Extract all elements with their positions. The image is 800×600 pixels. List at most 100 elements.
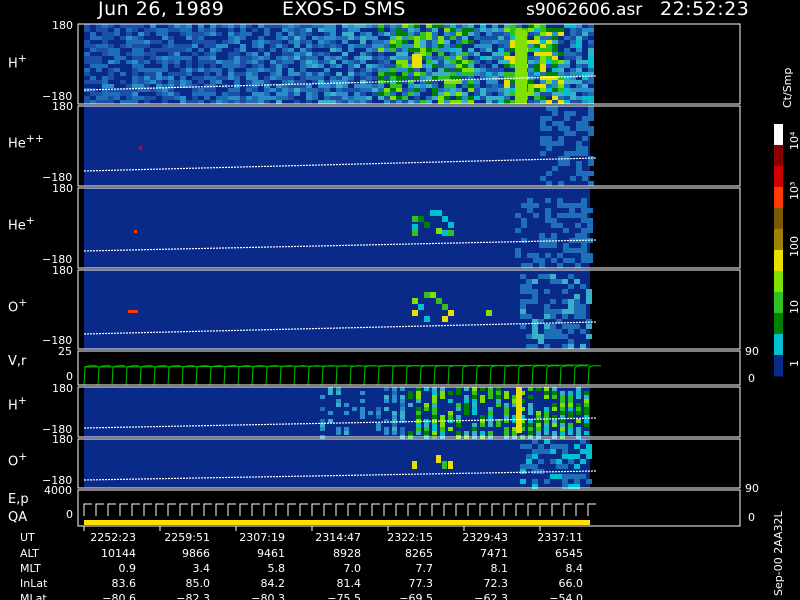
heatmap-cell: [252, 28, 258, 32]
heatmap-cell: [114, 24, 120, 28]
heatmap-cell: [432, 52, 438, 56]
heatmap-cell: [584, 395, 589, 399]
heatmap-cell: [276, 40, 282, 44]
heatmap-cell: [306, 32, 312, 36]
heatmap-cell: [570, 64, 576, 68]
heatmap-cell: [276, 96, 282, 100]
heatmap-cell: [348, 44, 354, 48]
heatmap-cell: [390, 48, 396, 52]
heatmap-cell: [384, 48, 390, 52]
heatmap-cell: [586, 294, 592, 299]
heatmap-cell: [540, 36, 546, 40]
heatmap-cell: [504, 56, 510, 60]
heatmap-cell: [282, 72, 288, 76]
heatmap-cell: [424, 292, 430, 298]
heatmap-cell: [400, 415, 405, 419]
heatmap-cell: [348, 88, 354, 92]
heatmap-cell: [198, 88, 204, 92]
heatmap-cell: [480, 24, 486, 28]
heatmap-cell: [234, 96, 240, 100]
heatmap-cell: [472, 387, 477, 391]
heatmap-cell: [540, 126, 546, 131]
heatmap-cell: [144, 24, 150, 28]
rtick-ep-bottom: 0: [748, 511, 755, 524]
heatmap-cell: [348, 52, 354, 56]
heatmap-cell: [348, 24, 354, 28]
heatmap-cell: [545, 213, 551, 218]
heatmap-cell: [588, 72, 594, 76]
heatmap-cell: [240, 68, 246, 72]
heatmap-cell: [474, 84, 480, 88]
heatmap-cell: [480, 431, 485, 435]
heatmap-cell: [480, 72, 486, 76]
heatmap-cell: [168, 64, 174, 68]
heatmap-cell: [144, 64, 150, 68]
heatmap-cell: [432, 100, 438, 104]
ephemeris-cell: 2307:19: [239, 531, 285, 544]
heatmap-cell: [540, 68, 546, 72]
heatmap-cell: [276, 60, 282, 64]
heatmap-cell: [342, 52, 348, 56]
heatmap-cell: [546, 28, 552, 32]
heatmap-cell: [456, 431, 461, 435]
heatmap-cell: [312, 32, 318, 36]
heatmap-cell: [126, 84, 132, 88]
heatmap-cell: [480, 84, 486, 88]
heatmap-cell: [210, 72, 216, 76]
heatmap-cell: [560, 419, 565, 423]
heatmap-cell: [546, 84, 552, 88]
heatmap-cell: [282, 100, 288, 104]
heatmap-cell: [228, 56, 234, 60]
heatmap-cell: [120, 96, 126, 100]
heatmap-cell: [102, 92, 108, 96]
heatmap-cell: [156, 72, 162, 76]
heatmap-cell: [90, 44, 96, 48]
heatmap-cell: [180, 100, 186, 104]
heatmap-cell: [587, 228, 593, 233]
heatmap-cell: [210, 76, 216, 80]
heatmap-cell: [372, 92, 378, 96]
heatmap-cell: [540, 151, 546, 156]
heatmap-cell: [544, 289, 550, 294]
heatmap-cell: [294, 96, 300, 100]
heatmap-cell: [126, 24, 132, 28]
heatmap-cell: [138, 84, 144, 88]
heatmap-cell: [581, 248, 587, 253]
heatmap-cell: [96, 72, 102, 76]
figure: { "header": { "date": "Jun 26, 1989", "i…: [0, 0, 800, 600]
heatmap-cell: [552, 111, 558, 116]
heatmap-cell: [568, 299, 574, 304]
heatmap-cell: [486, 44, 492, 48]
heatmap-cell: [306, 96, 312, 100]
heatmap-cell: [342, 44, 348, 48]
heatmap-cell: [539, 263, 545, 268]
heatmap-cell: [162, 76, 168, 80]
heatmap-cell: [228, 88, 234, 92]
heatmap-cell: [240, 32, 246, 36]
heatmap-cell: [534, 56, 540, 60]
heatmap-cell: [576, 411, 581, 415]
heatmap-cell: [456, 387, 461, 391]
heatmap-cell: [102, 72, 108, 76]
heatmap-cell: [448, 411, 453, 415]
heatmap-cell: [414, 36, 420, 40]
heatmap-cell: [580, 474, 586, 479]
heatmap-cell: [90, 100, 96, 104]
heatmap-cell: [132, 100, 138, 104]
heatmap-cell: [488, 387, 493, 391]
heatmap-cell: [432, 403, 437, 407]
heatmap-cell: [564, 56, 570, 60]
heatmap-cell: [132, 60, 138, 64]
ephemeris-cell: 9866: [182, 547, 210, 560]
heatmap-cell: [540, 100, 546, 104]
heatmap-cell: [390, 84, 396, 88]
heatmap-cell: [228, 60, 234, 64]
heatmap-cell: [568, 427, 573, 431]
heatmap-cell: [474, 36, 480, 40]
heatmap-cell: [162, 88, 168, 92]
heatmap-cell: [462, 68, 468, 72]
panel-label-ep: E,p: [8, 492, 29, 507]
heatmap-cell: [354, 56, 360, 60]
heatmap-cell: [540, 116, 546, 121]
heatmap-cell: [318, 44, 324, 48]
